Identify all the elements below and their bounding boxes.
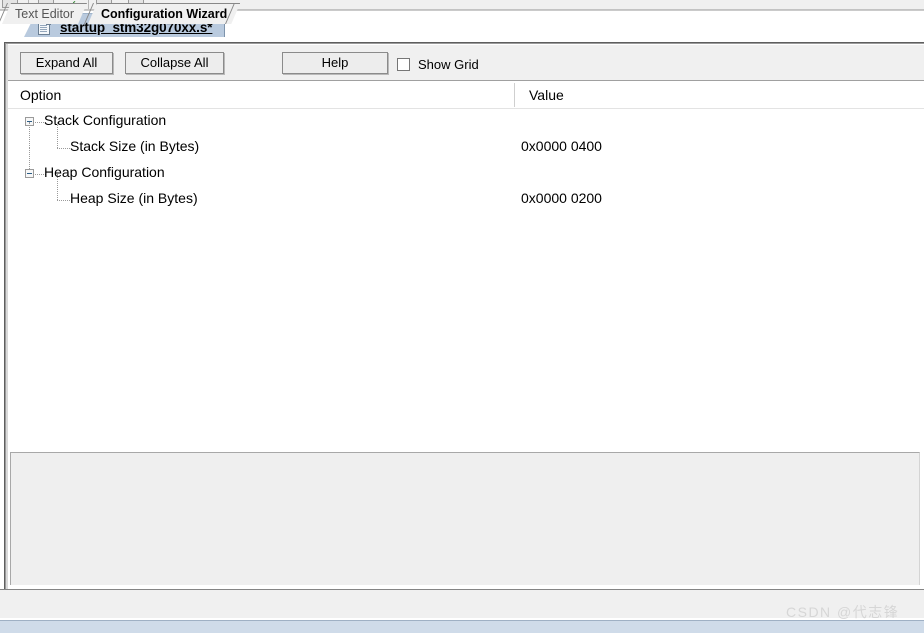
column-header-row: Option Value [8, 81, 924, 109]
tab-trailing-slash [225, 3, 236, 24]
tree-connector-vertical [29, 122, 31, 148]
tree-connector-vertical [29, 148, 31, 169]
collapse-all-button[interactable]: Collapse All [125, 52, 224, 74]
table-row[interactable]: Stack Size (in Bytes) 0x0000 0400 [8, 122, 924, 161]
column-header-option: Option [20, 87, 62, 103]
tab-text-editor[interactable]: Text Editor [2, 3, 87, 24]
table-row[interactable]: Stack Configuration [8, 109, 924, 135]
tree-connector-horizontal [57, 148, 70, 150]
view-tab-strip-top-border [0, 589, 924, 590]
tree-connector-horizontal [57, 200, 70, 202]
tab-configuration-wizard[interactable]: Configuration Wizard [88, 3, 240, 24]
tree-row-label: Stack Size (in Bytes) [70, 138, 200, 154]
tree-connector-vertical [57, 122, 59, 148]
panel-inner-top-edge [5, 43, 924, 44]
tree-connector-vertical [57, 174, 59, 200]
tree-row-label: Stack Configuration [44, 112, 167, 128]
tree-expander-minus-icon[interactable] [25, 169, 34, 178]
column-divider[interactable] [514, 83, 515, 107]
help-button[interactable]: Help [282, 52, 388, 74]
tree-row-label: Heap Size (in Bytes) [70, 190, 198, 206]
status-bar [0, 620, 924, 633]
tree-row-value[interactable]: 0x0000 0200 [521, 190, 602, 206]
option-tree: Stack Configuration Stack Size (in Bytes… [8, 109, 924, 450]
column-header-value: Value [529, 87, 564, 103]
tree-row-label: Heap Configuration [44, 164, 165, 180]
view-tab-strip [0, 589, 924, 618]
wizard-description-panel [10, 452, 920, 585]
show-grid-checkbox-group[interactable]: Show Grid [397, 57, 479, 72]
show-grid-label: Show Grid [418, 57, 479, 72]
expand-all-button[interactable]: Expand All [20, 52, 113, 74]
show-grid-checkbox[interactable] [397, 58, 410, 71]
tree-row-value[interactable]: 0x0000 0400 [521, 138, 602, 154]
table-row[interactable]: Heap Size (in Bytes) 0x0000 0200 [8, 174, 924, 213]
table-row[interactable]: Heap Configuration [8, 148, 924, 187]
